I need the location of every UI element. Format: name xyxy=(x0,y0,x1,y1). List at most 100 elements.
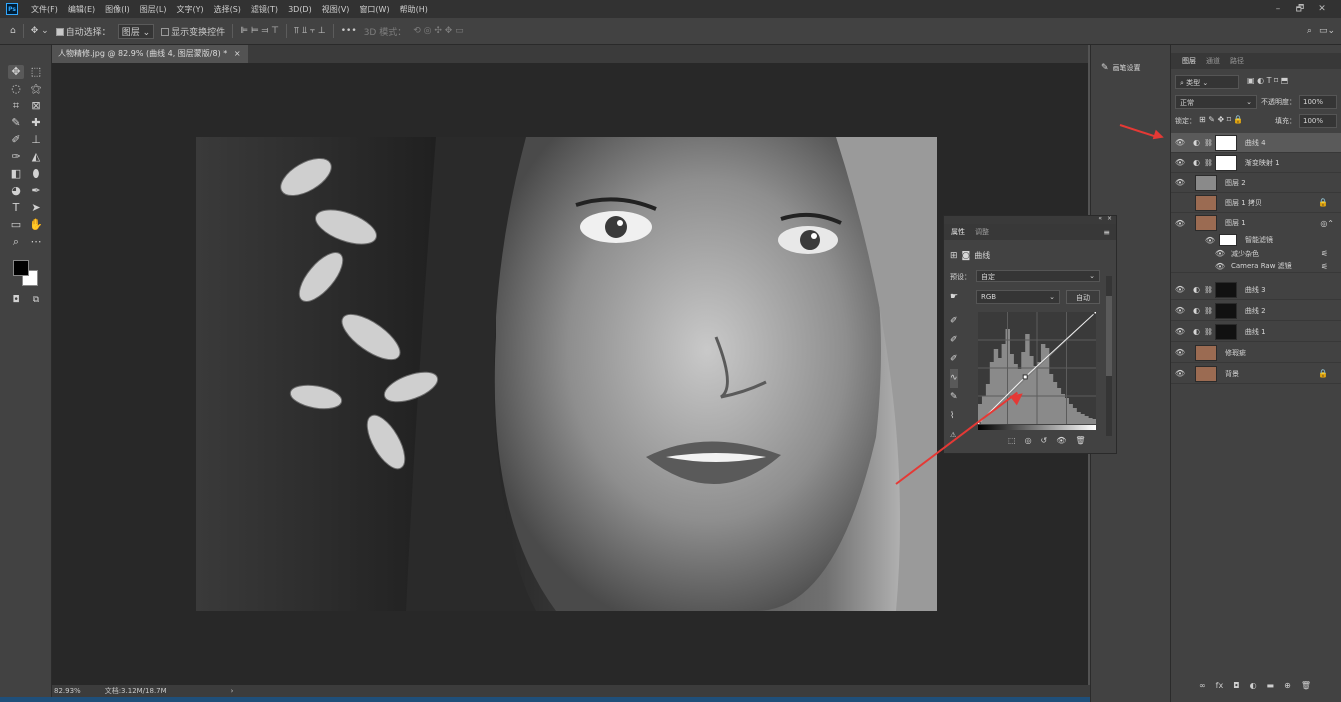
menu-window[interactable]: 窗口(W) xyxy=(354,4,394,15)
canvas-area[interactable] xyxy=(52,63,1088,685)
layer-mask-thumbnail[interactable] xyxy=(1214,134,1237,151)
white-point-eyedropper-icon[interactable]: ✐ xyxy=(950,350,958,369)
eraser-tool-icon[interactable]: ◭ xyxy=(28,150,44,164)
menu-layer[interactable]: 图层(L) xyxy=(135,4,172,15)
minimize-button[interactable]: – xyxy=(1267,4,1289,14)
layer-row[interactable]: 👁 图层 2 xyxy=(1171,173,1341,193)
layer-mask-thumbnail[interactable] xyxy=(1214,281,1237,298)
frame-tool-icon[interactable]: ⊠ xyxy=(28,99,44,113)
move-tool-icon[interactable]: ✥ xyxy=(8,65,24,79)
layer-thumbnail[interactable] xyxy=(1195,365,1217,382)
workspace-icon[interactable]: ▭⌄ xyxy=(1319,26,1335,36)
layer-filter-dropdown[interactable]: ⌕ 类型 ⌄ xyxy=(1175,75,1239,89)
smart-filter-toggle-icon[interactable]: ◎⌃ xyxy=(1320,219,1334,228)
layer-name[interactable]: 曲线 3 xyxy=(1245,285,1266,295)
menu-image[interactable]: 图像(I) xyxy=(100,4,135,15)
filter-options-icon[interactable]: ⚟ xyxy=(1321,249,1328,258)
collapse-panel-icon[interactable]: « xyxy=(1098,215,1102,222)
filter-row[interactable]: 👁 Camera Raw 滤镜 ⚟ xyxy=(1171,260,1341,273)
layer-row[interactable]: 👁 ◐ ⛓ 曲线 1 xyxy=(1171,322,1341,342)
smart-filters-row[interactable]: 👁 智能滤镜 xyxy=(1171,233,1341,247)
visibility-eye-icon[interactable]: 👁 xyxy=(1201,236,1219,245)
visibility-eye-icon[interactable]: 👁 xyxy=(1171,178,1189,187)
layer-thumbnail[interactable] xyxy=(1195,194,1217,211)
layer-name[interactable]: 图层 2 xyxy=(1225,178,1246,188)
auto-select-target-dropdown[interactable]: 图层 ⌄ xyxy=(117,23,155,39)
menu-edit[interactable]: 编辑(E) xyxy=(63,4,100,15)
new-adjustment-icon[interactable]: ◐ xyxy=(1250,681,1257,690)
smooth-curve-icon[interactable]: ⌇ xyxy=(950,407,958,426)
tab-layers[interactable]: 图层 xyxy=(1179,56,1199,66)
panel-title-bar[interactable]: « × xyxy=(944,215,1116,224)
align-buttons-icon[interactable]: ⊫ ⊨ ⫤ ⊤ xyxy=(240,26,279,36)
close-window-button[interactable]: ✕ xyxy=(1311,4,1333,14)
tab-adjustments[interactable]: 调整 xyxy=(972,227,992,237)
quick-mask-icon[interactable]: ◘ xyxy=(8,293,24,307)
close-tab-icon[interactable]: × xyxy=(234,49,241,58)
visibility-eye-icon[interactable]: 👁 xyxy=(1171,306,1189,315)
pencil-curve-tool-icon[interactable]: ✎ xyxy=(950,388,958,407)
toggle-visibility-icon[interactable]: 👁 xyxy=(1056,436,1066,445)
menu-help[interactable]: 帮助(H) xyxy=(395,4,433,15)
add-mask-icon[interactable]: ◘ xyxy=(1233,681,1239,690)
lasso-tool-icon[interactable]: ◌ xyxy=(8,82,24,96)
magic-wand-tool-icon[interactable]: ⚝ xyxy=(28,82,44,96)
tab-properties[interactable]: 属性 xyxy=(948,227,968,237)
lock-icons[interactable]: ⊞ ✎ ✥ ⌑ 🔒 xyxy=(1199,115,1243,124)
document-tab[interactable]: 人物精修.jpg @ 82.9% (曲线 4, 图层蒙版/8) * × xyxy=(52,45,248,63)
scrollbar-thumb[interactable] xyxy=(1106,296,1112,376)
visibility-eye-icon[interactable]: 👁 xyxy=(1171,158,1189,167)
foreground-color-swatch[interactable] xyxy=(13,260,29,276)
layer-row[interactable]: 👁 ◐ ⛓ 曲线 4 xyxy=(1171,133,1341,153)
layer-row[interactable]: 👁 背景 🔒 xyxy=(1171,364,1341,384)
panel-menu-icon[interactable]: ≡ xyxy=(1103,228,1110,237)
fill-input[interactable]: 100% xyxy=(1299,114,1337,128)
layer-mask-thumbnail[interactable] xyxy=(1214,323,1237,340)
visibility-eye-icon[interactable]: 👁 xyxy=(1171,138,1189,147)
hand-tool-icon[interactable]: ✋ xyxy=(28,218,44,232)
search-icon[interactable]: ⌕ xyxy=(1307,26,1312,36)
layer-name[interactable]: 渐变映射 1 xyxy=(1245,158,1280,168)
home-icon[interactable]: ⌂ xyxy=(10,26,16,36)
zoom-level[interactable]: 82.93% xyxy=(54,687,81,695)
crop-tool-icon[interactable]: ⌗ xyxy=(8,99,24,113)
visibility-eye-icon[interactable]: 👁 xyxy=(1211,249,1229,258)
layer-name[interactable]: 图层 1 xyxy=(1225,218,1246,228)
menu-select[interactable]: 选择(S) xyxy=(209,4,246,15)
filter-row[interactable]: 👁 减少杂色 ⚟ xyxy=(1171,247,1341,260)
brush-settings-button[interactable]: ✎ 画笔设置 xyxy=(1101,63,1141,73)
curve-control-point[interactable] xyxy=(1022,374,1028,380)
restore-button[interactable]: 🗗 xyxy=(1289,1,1311,17)
filter-options-icon[interactable]: ⚟ xyxy=(1321,262,1328,271)
show-transform-checkbox[interactable]: 显示变换控件 xyxy=(161,25,225,38)
curve-control-point[interactable] xyxy=(1093,312,1096,315)
blend-mode-dropdown[interactable]: 正常 ⌄ xyxy=(1175,95,1257,109)
menu-type[interactable]: 文字(Y) xyxy=(171,4,208,15)
visibility-eye-icon[interactable]: 👁 xyxy=(1171,369,1189,378)
visibility-eye-icon[interactable]: 👁 xyxy=(1211,262,1229,271)
layer-row[interactable]: 👁 图层 1 ◎⌃ xyxy=(1171,213,1341,233)
visibility-eye-icon[interactable]: 👁 xyxy=(1171,327,1189,336)
layer-name[interactable]: 曲线 1 xyxy=(1245,327,1266,337)
layer-style-icon[interactable]: fx xyxy=(1216,681,1224,690)
visibility-eye-icon[interactable]: 👁 xyxy=(1171,285,1189,294)
layer-filter-icons[interactable]: ▣ ◐ T ⌑ ⬒ xyxy=(1247,76,1288,85)
mask-icon[interactable]: ◙ xyxy=(962,251,971,261)
layer-row[interactable]: 👁 修瑕疵 xyxy=(1171,343,1341,363)
healing-brush-tool-icon[interactable]: ✚ xyxy=(28,116,44,130)
clip-to-layer-icon[interactable]: ⬚ xyxy=(1008,436,1016,445)
tab-paths[interactable]: 路径 xyxy=(1227,56,1247,66)
reset-icon[interactable]: ↺ xyxy=(1041,436,1048,445)
eyedropper-tool-icon[interactable]: ✎ xyxy=(8,116,24,130)
marquee-tool-icon[interactable]: ⬚ xyxy=(28,65,44,79)
panel-scrollbar[interactable] xyxy=(1106,276,1112,436)
layer-name[interactable]: 图层 1 拷贝 xyxy=(1225,198,1262,208)
delete-adjustment-icon[interactable]: 🗑 xyxy=(1075,436,1085,445)
layer-name[interactable]: 修瑕疵 xyxy=(1225,348,1246,358)
view-previous-icon[interactable]: ◎ xyxy=(1025,436,1032,445)
type-tool-icon[interactable]: T xyxy=(8,201,24,215)
visibility-eye-icon[interactable]: 👁 xyxy=(1171,348,1189,357)
close-panel-icon[interactable]: × xyxy=(1107,215,1112,222)
clone-stamp-tool-icon[interactable]: ⊥ xyxy=(28,133,44,147)
status-menu-arrow[interactable]: › xyxy=(231,687,234,695)
